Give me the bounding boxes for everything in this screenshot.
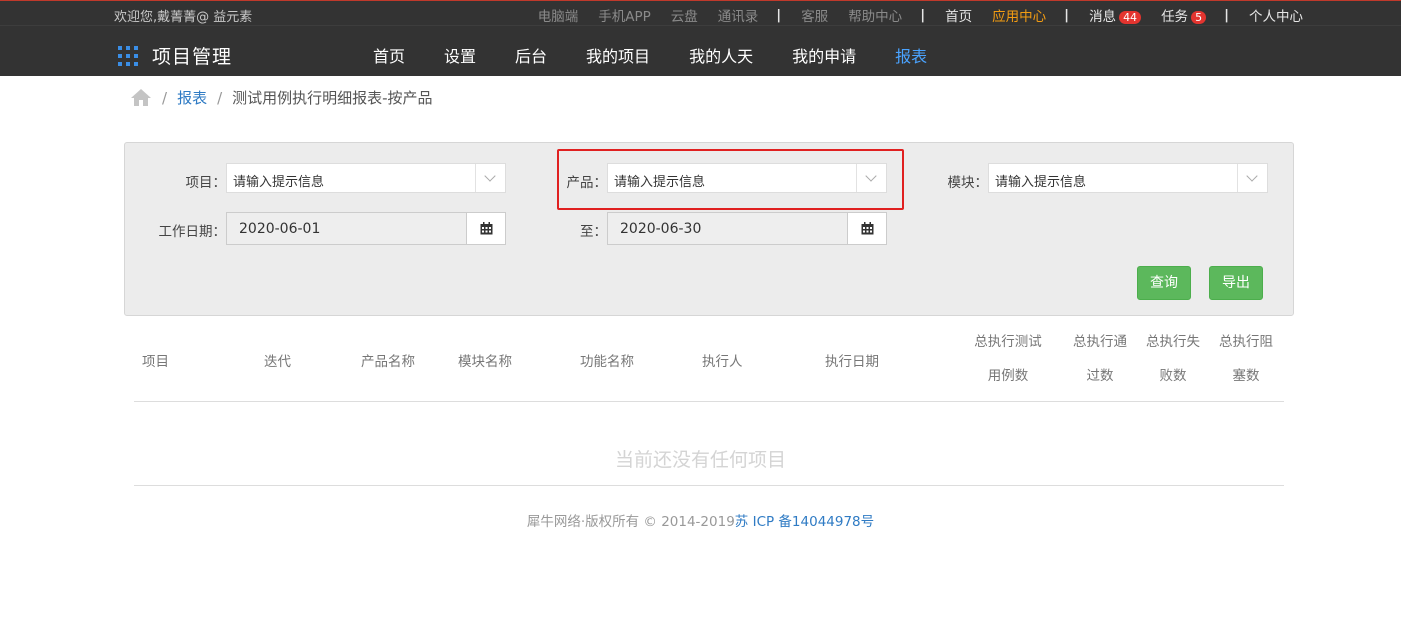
header-line: 塞数 — [1232, 368, 1260, 384]
top-link-tasks[interactable]: 任务 5 — [1161, 5, 1207, 25]
top-links: 电脑端 手机APP 云盘 通讯录 | 客服 帮助中心 | 首页 应用中心 | 消… — [518, 5, 1303, 25]
nav-item-settings[interactable]: 设置 — [444, 43, 476, 67]
date-to-input[interactable]: 2020-06-30 — [607, 212, 848, 245]
column-header-function-name: 功能名称 — [580, 354, 634, 370]
nav-item-my-requests[interactable]: 我的申请 — [792, 43, 856, 67]
top-utility-bar: 欢迎您,戴菁菁@ 益元素 电脑端 手机APP 云盘 通讯录 | 客服 帮助中心 … — [0, 0, 1401, 26]
top-link-messages[interactable]: 消息 44 — [1089, 5, 1142, 25]
calendar-icon[interactable] — [466, 212, 506, 245]
brand-title: 项目管理 — [152, 46, 233, 68]
top-link-contacts[interactable]: 通讯录 — [718, 5, 759, 25]
main-menu: 首页 设置 后台 我的项目 我的人天 我的申请 报表 — [373, 43, 966, 67]
table-bottom-divider — [134, 485, 1284, 486]
export-button[interactable]: 导出 — [1209, 266, 1263, 300]
grid-apps-icon — [118, 45, 138, 66]
project-placeholder: 请输入提示信息 — [233, 175, 325, 190]
column-header-executor: 执行人 — [702, 354, 743, 370]
breadcrumb-link-reports[interactable]: 报表 — [177, 87, 207, 108]
column-header-exec-date: 执行日期 — [825, 354, 879, 370]
module-select[interactable]: 请输入提示信息 — [988, 163, 1268, 193]
breadcrumb: / 报表 / 测试用例执行明细报表-按产品 — [130, 87, 433, 108]
project-select[interactable]: 请输入提示信息 — [226, 163, 506, 193]
top-link-cloud-disk[interactable]: 云盘 — [671, 5, 698, 25]
top-separator: | — [1064, 7, 1070, 23]
footer-icp-link[interactable]: 苏 ICP 备14044978号 — [735, 514, 874, 530]
top-separator: | — [920, 7, 926, 23]
top-link-mobile-app[interactable]: 手机APP — [598, 5, 651, 25]
header-line: 总执行失 — [1146, 334, 1200, 350]
column-header-iteration: 迭代 — [264, 354, 291, 370]
column-header-total-cases: 总执行测试 用例数 — [966, 325, 1050, 393]
workdate-label: 工作日期： — [158, 224, 227, 240]
tasks-label: 任务 — [1161, 9, 1189, 25]
header-line: 总执行阻 — [1219, 334, 1273, 350]
header-line: 过数 — [1086, 368, 1114, 384]
breadcrumb-current: 测试用例执行明细报表-按产品 — [232, 89, 433, 107]
home-icon[interactable] — [130, 88, 152, 107]
nav-item-my-man-days[interactable]: 我的人天 — [689, 43, 753, 67]
welcome-text: 欢迎您,戴菁菁@ 益元素 — [114, 10, 253, 25]
header-line: 总执行测试 — [974, 334, 1042, 350]
top-link-help-center[interactable]: 帮助中心 — [848, 5, 902, 25]
to-label: 至： — [580, 224, 607, 240]
module-placeholder: 请输入提示信息 — [995, 175, 1087, 190]
footer: 犀牛网络·版权所有 © 2014-2019苏 ICP 备14044978号 — [0, 510, 1401, 530]
brand[interactable]: 项目管理 — [118, 42, 232, 69]
module-label: 模块： — [947, 175, 989, 191]
messages-label: 消息 — [1089, 9, 1117, 25]
column-header-total-failed: 总执行失 败数 — [1139, 325, 1207, 393]
table-divider — [134, 401, 1284, 402]
column-header-project: 项目 — [142, 354, 169, 370]
header-line: 败数 — [1159, 368, 1187, 384]
top-link-desktop[interactable]: 电脑端 — [538, 5, 579, 25]
top-separator: | — [1224, 7, 1229, 23]
chevron-down-icon[interactable] — [475, 164, 505, 192]
calendar-icon[interactable] — [847, 212, 887, 245]
nav-item-home[interactable]: 首页 — [373, 43, 405, 67]
breadcrumb-separator: / — [162, 88, 168, 107]
chevron-down-icon[interactable] — [1237, 164, 1267, 192]
footer-copyright: 犀牛网络·版权所有 © 2014-2019 — [526, 514, 735, 530]
top-link-support[interactable]: 客服 — [801, 5, 828, 25]
main-navbar: 项目管理 首页 设置 后台 我的项目 我的人天 我的申请 报表 — [0, 26, 1401, 76]
tasks-count-badge: 5 — [1191, 11, 1207, 24]
header-line: 总执行通 — [1073, 334, 1127, 350]
column-header-module-name: 模块名称 — [458, 354, 512, 370]
top-separator: | — [776, 7, 782, 23]
product-highlight-box — [557, 149, 904, 210]
column-header-product-name: 产品名称 — [361, 354, 415, 370]
top-link-profile[interactable]: 个人中心 — [1249, 5, 1303, 25]
empty-state-text: 当前还没有任何项目 — [614, 449, 786, 471]
messages-count-badge: 44 — [1119, 11, 1142, 24]
breadcrumb-separator: / — [217, 88, 223, 107]
project-label: 项目： — [185, 175, 227, 191]
top-link-app-center[interactable]: 应用中心 — [992, 5, 1046, 25]
header-line: 用例数 — [987, 368, 1029, 384]
query-button[interactable]: 查询 — [1137, 266, 1191, 300]
column-header-total-passed: 总执行通 过数 — [1066, 325, 1134, 393]
top-link-home[interactable]: 首页 — [945, 5, 972, 25]
nav-item-my-projects[interactable]: 我的项目 — [586, 43, 650, 67]
nav-item-backend[interactable]: 后台 — [515, 43, 547, 67]
column-header-total-blocked: 总执行阻 塞数 — [1212, 325, 1280, 393]
date-from-input[interactable]: 2020-06-01 — [226, 212, 467, 245]
nav-item-reports[interactable]: 报表 — [895, 43, 927, 67]
